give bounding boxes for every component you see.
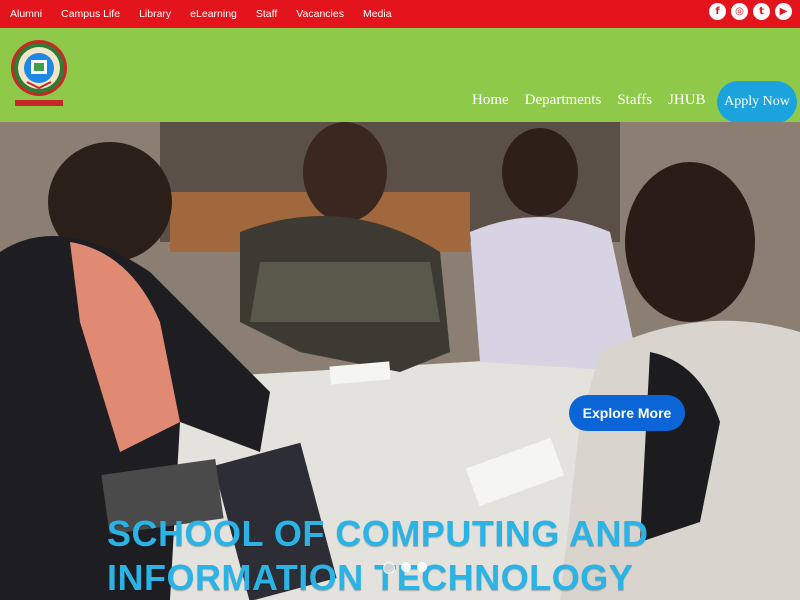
instagram-icon[interactable]: ◎ [731, 3, 748, 20]
link-alumni[interactable]: Alumni [10, 8, 42, 20]
twitter-icon[interactable]: t [753, 3, 770, 20]
carousel-dot[interactable] [417, 562, 427, 572]
utility-links: Alumni Campus Life Library eLearning Sta… [0, 0, 401, 28]
nav-departments[interactable]: Departments [525, 92, 602, 109]
university-logo[interactable] [9, 36, 69, 112]
nav-staffs[interactable]: Staffs [617, 92, 652, 109]
explore-more-button[interactable]: Explore More [569, 395, 685, 431]
link-media[interactable]: Media [363, 8, 392, 20]
top-utility-bar: Alumni Campus Life Library eLearning Sta… [0, 0, 800, 28]
hero-title: SCHOOL OF COMPUTING AND INFORMATION TECH… [107, 512, 707, 600]
carousel-dots [383, 562, 427, 574]
nav-home[interactable]: Home [472, 92, 509, 147]
link-library[interactable]: Library [139, 8, 171, 20]
carousel-dot[interactable] [383, 562, 395, 574]
primary-nav: Home Departments Staffs JHUB [472, 92, 722, 147]
link-campus-life[interactable]: Campus Life [61, 8, 120, 20]
carousel-dot[interactable] [401, 562, 411, 572]
nav-jhub[interactable]: JHUB [668, 92, 706, 109]
main-navbar: Home Departments Staffs JHUB Apply Now [0, 28, 800, 147]
hero-title-line1: SCHOOL OF COMPUTING AND [107, 513, 649, 554]
link-elearning[interactable]: eLearning [190, 8, 237, 20]
link-staff[interactable]: Staff [256, 8, 277, 20]
apply-now-button[interactable]: Apply Now [717, 81, 797, 123]
youtube-icon[interactable]: ▶ [775, 3, 792, 20]
facebook-icon[interactable]: f [709, 3, 726, 20]
social-links: f ◎ t ▶ [709, 3, 792, 20]
link-vacancies[interactable]: Vacancies [296, 8, 344, 20]
